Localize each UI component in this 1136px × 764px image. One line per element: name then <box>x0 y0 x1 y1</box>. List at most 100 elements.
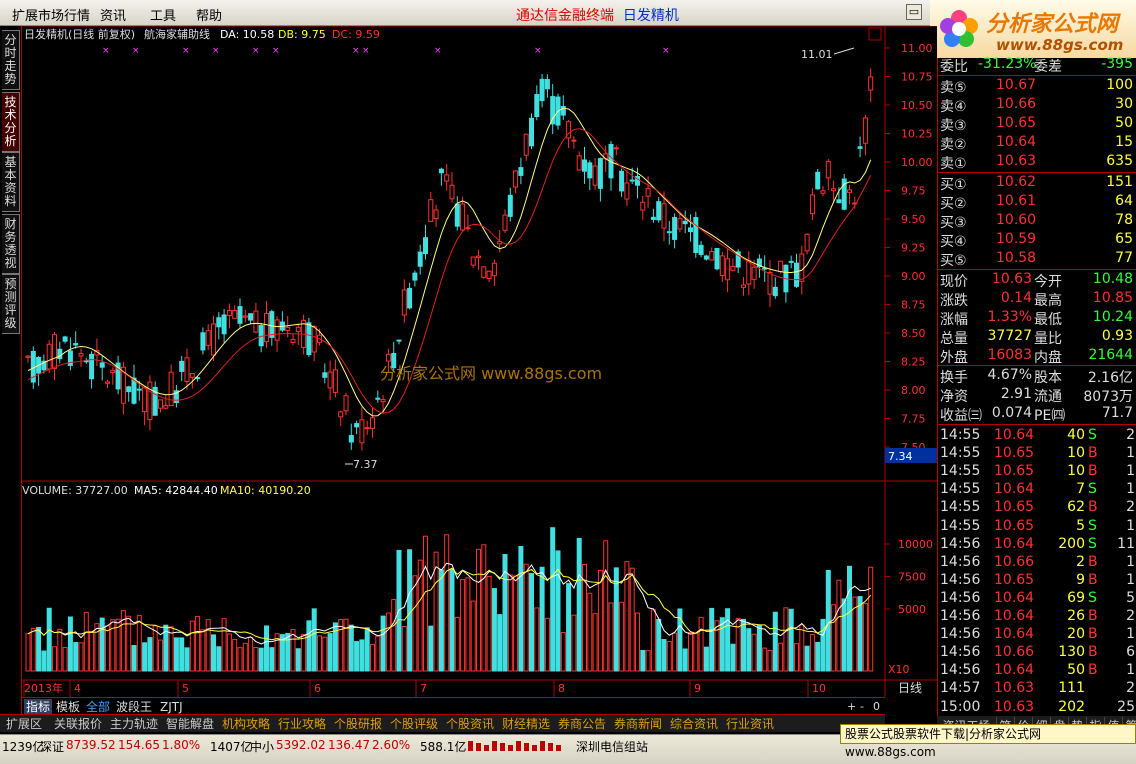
volume-tick: 10000 <box>898 538 933 551</box>
restore-button[interactable]: ▭ <box>906 4 922 20</box>
bottom-tab-10[interactable]: 券商公告 <box>556 716 608 732</box>
tab-fundamentals[interactable]: 基本资料 <box>2 152 20 212</box>
candle-body <box>226 309 232 316</box>
bottom-tab-7[interactable]: 个股评级 <box>388 716 440 732</box>
quote-cell: 100 <box>1106 77 1133 93</box>
candle-body <box>449 184 455 200</box>
candle-body <box>89 353 95 380</box>
tab-financials[interactable]: 财务透视 <box>2 214 20 274</box>
tab-ratings[interactable]: 预测评级 <box>2 274 20 334</box>
quote-cell: 10.64 <box>994 427 1035 443</box>
menu-tools[interactable]: 工具 <box>150 5 176 24</box>
divider <box>938 424 1136 425</box>
quote-cell: 111 <box>1058 680 1085 697</box>
candle-body <box>311 325 317 353</box>
bottom-tab-13[interactable]: 行业资讯 <box>724 716 776 732</box>
candle-body <box>189 373 195 378</box>
tick-row: 14:56 10.64 20 B 1 <box>938 625 1136 644</box>
quote-cell: 10.64 <box>994 481 1035 498</box>
candle-body <box>571 139 577 142</box>
reset-zoom-button[interactable]: 0 <box>871 699 882 715</box>
subtab-all[interactable]: 全部 <box>84 699 112 715</box>
bottom-tab-11[interactable]: 券商新闻 <box>612 716 664 732</box>
quote-cell: 14:55 <box>940 517 981 534</box>
menu-help[interactable]: 帮助 <box>196 5 222 24</box>
date-tick: 4 <box>74 682 81 695</box>
period-label[interactable]: 日线 <box>898 681 922 695</box>
bottom-tab-8[interactable]: 个股资讯 <box>444 716 496 732</box>
volume-bar <box>513 575 519 672</box>
menu-extended-market[interactable]: 扩展市场行情 <box>12 5 90 24</box>
volume-bar <box>666 641 672 672</box>
price-tick: 8.25 <box>901 356 926 369</box>
subtab-zjtj[interactable]: ZJTJ <box>158 699 185 715</box>
volume-bar <box>719 617 725 672</box>
chart-area[interactable]: 日发精机(日线 前复权) 航海家辅助线 DA: 10.58 DB: 9.75 D… <box>22 26 937 697</box>
candle-body <box>306 322 312 356</box>
volume-bar <box>407 549 413 672</box>
bottom-tab-9[interactable]: 财经精选 <box>500 716 552 732</box>
status-sz-label[interactable]: 深证 <box>40 738 64 755</box>
bottom-tab-2[interactable]: 主力轨迹 <box>108 716 160 732</box>
volume-bar <box>343 618 349 672</box>
ad-banner[interactable]: 股票公式股票软件下载|分析家公式网 www.88gs.com <box>840 724 1136 759</box>
quote-cell: S <box>1088 589 1097 606</box>
quote-cell: 卖⑤ <box>940 80 967 96</box>
candle-body <box>529 117 534 147</box>
volume-bar <box>89 630 95 672</box>
tick-row: 14:55 10.64 7 S 1 <box>938 480 1136 499</box>
bottom-tab-1[interactable]: 关联报价 <box>52 716 104 732</box>
bottom-tab-4[interactable]: 机构攻略 <box>220 716 272 732</box>
bottom-tab-0[interactable]: 扩展区 <box>4 716 44 732</box>
server-name[interactable]: 深圳电信组站 <box>576 738 648 755</box>
volume-bar <box>142 642 148 672</box>
volume-bar <box>847 565 852 672</box>
candle-body <box>433 209 439 220</box>
quote-cell: 62 <box>1067 499 1085 516</box>
subtab-indicator[interactable]: 指标 <box>24 699 53 715</box>
volume-bar <box>306 620 312 672</box>
zoom-in-button[interactable]: + <box>845 699 858 715</box>
status-sme-label[interactable]: 中小 <box>250 738 274 755</box>
quote-cell: 内盘 <box>1034 350 1062 366</box>
bottom-tab-3[interactable]: 智能解盘 <box>164 716 216 732</box>
volume-bar <box>30 628 36 672</box>
menu-news[interactable]: 资讯 <box>100 5 126 24</box>
signal-mark-icon: × <box>434 46 442 56</box>
quote-cell: 69 <box>1067 589 1085 606</box>
quote-cell: B <box>1088 571 1098 588</box>
candle-body <box>248 313 254 321</box>
quote-cell: B <box>1088 626 1098 643</box>
quote-cell: 卖② <box>940 137 967 153</box>
volume-bar <box>327 633 333 672</box>
volume-ma5: MA5: 42844.40 <box>134 484 218 497</box>
quote-cell: 10.63 <box>991 271 1032 287</box>
quote-cell: 股本 <box>1034 370 1062 386</box>
bottom-tab-6[interactable]: 个股研报 <box>332 716 384 732</box>
bottom-tab-5[interactable]: 行业攻略 <box>276 716 328 732</box>
volume-bar <box>868 566 874 672</box>
volume-bar <box>126 615 132 672</box>
volume-bar <box>560 632 566 672</box>
candle-body <box>216 317 222 328</box>
subtab-template[interactable]: 模板 <box>54 699 82 715</box>
bottom-tab-12[interactable]: 综合资讯 <box>668 716 720 732</box>
subtab-wave-king[interactable]: 波段王 <box>114 699 154 715</box>
zoom-out-button[interactable]: - <box>858 699 866 715</box>
tab-technical[interactable]: 技术分析 <box>2 92 20 152</box>
price-tick: 10.50 <box>901 99 933 112</box>
volume-bar <box>295 648 301 672</box>
quote-cell: 11 <box>1117 535 1135 552</box>
volume-bar <box>136 615 142 672</box>
buy-level-3: 买③ 10.60 78 <box>938 211 1136 231</box>
quote-cell: 10.85 <box>1092 290 1133 306</box>
volume-bar <box>476 548 481 672</box>
volume-bar <box>221 618 227 672</box>
quote-cell: 14:55 <box>940 427 981 443</box>
candle-body <box>815 171 821 190</box>
status-sme-change: 136.47 <box>328 738 370 752</box>
candle-body <box>221 314 227 335</box>
tab-intraday[interactable]: 分时走势 <box>2 30 20 90</box>
quote-cell: 635 <box>1106 153 1133 169</box>
volume-bar <box>688 632 693 672</box>
